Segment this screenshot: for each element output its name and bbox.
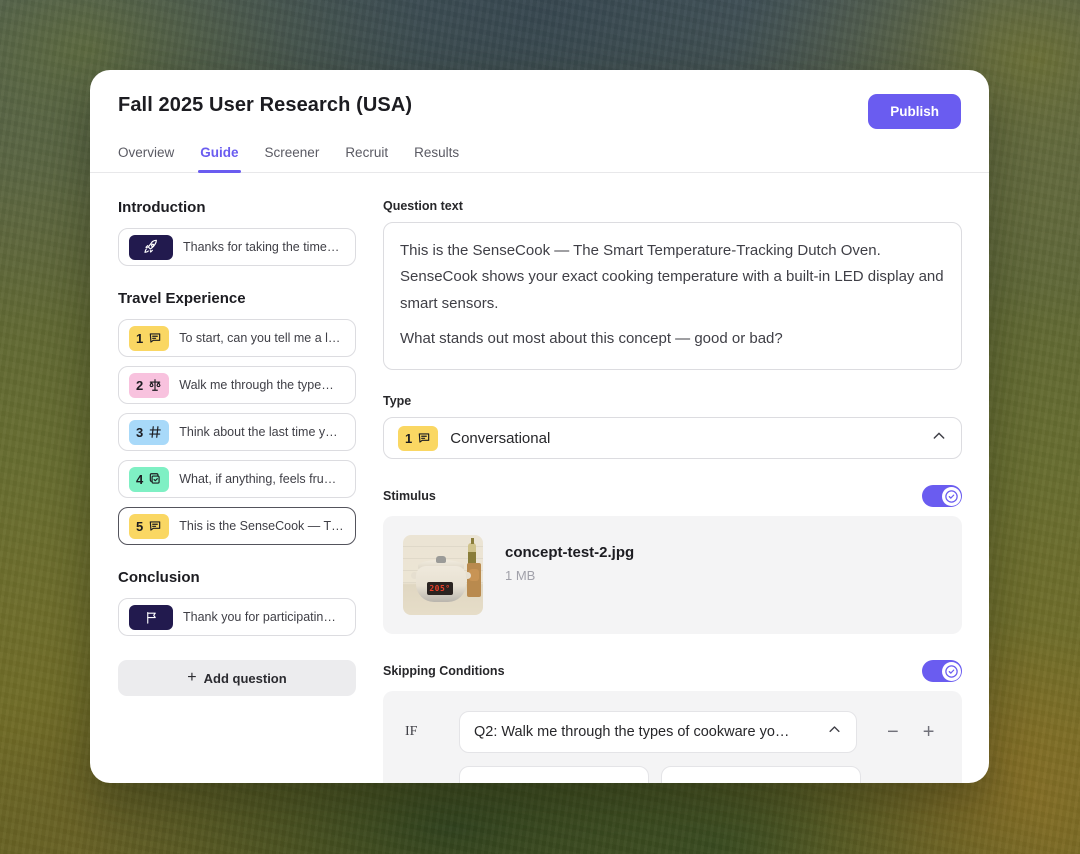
question-number: 4 <box>136 472 143 487</box>
tab-overview[interactable]: Overview <box>118 145 174 172</box>
stimulus-toggle[interactable] <box>922 485 962 507</box>
sidebar-item-q1[interactable]: 1 To start, can you tell me a l… <box>118 319 356 357</box>
sidebar-item-label: To start, can you tell me a l… <box>179 331 340 345</box>
section-title-conclusion: Conclusion <box>118 569 356 586</box>
condition-operator-select[interactable] <box>459 766 649 783</box>
sidebar-item-q2[interactable]: 2 Walk me through the type… <box>118 366 356 404</box>
condition-value-select[interactable] <box>661 766 861 783</box>
question-text-input[interactable]: This is the SenseCook — The Smart Temper… <box>383 222 962 370</box>
sidebar-item-introduction[interactable]: Thanks for taking the time… <box>118 228 356 266</box>
tab-guide[interactable]: Guide <box>200 145 238 172</box>
if-label: IF <box>403 724 459 740</box>
question-number: 1 <box>136 331 143 346</box>
question-badge: 4 <box>129 467 169 492</box>
sidebar-item-label: Thank you for participatin… <box>183 610 336 624</box>
question-text-paragraph-2: What stands out most about this concept … <box>400 326 945 352</box>
tab-bar: Overview Guide Screener Recruit Results <box>90 145 989 173</box>
add-condition-button[interactable]: + <box>923 722 935 742</box>
sidebar-item-label: Think about the last time y… <box>179 425 337 439</box>
tab-results[interactable]: Results <box>414 145 459 172</box>
question-editor-panel: Question text This is the SenseCook — Th… <box>383 199 962 783</box>
question-badge: 2 <box>129 373 169 398</box>
condition-question-value: Q2: Walk me through the types of cookwar… <box>474 724 817 740</box>
stimulus-label: Stimulus <box>383 489 436 503</box>
tab-recruit[interactable]: Recruit <box>345 145 388 172</box>
thumbnail-pot-knob <box>436 556 446 563</box>
page-title: Fall 2025 User Research (USA) <box>118 94 412 117</box>
sidebar-item-conclusion[interactable]: Thank you for participatin… <box>118 598 356 636</box>
sidebar-item-label: What, if anything, feels fru… <box>179 472 336 486</box>
question-badge: 3 <box>129 420 169 445</box>
type-badge-number: 1 <box>405 431 412 446</box>
section-title-travel-experience: Travel Experience <box>118 290 356 307</box>
toggle-check-icon <box>942 662 961 681</box>
type-label: Type <box>383 394 962 408</box>
type-value: Conversational <box>450 430 919 447</box>
sidebar-item-q4[interactable]: 4 What, if anything, feels fru… <box>118 460 356 498</box>
remove-condition-button[interactable]: − <box>887 722 899 742</box>
question-text-label: Question text <box>383 199 962 213</box>
chat-icon <box>148 331 162 345</box>
card-header: Fall 2025 User Research (USA) Publish <box>90 70 989 129</box>
flag-icon <box>129 605 173 630</box>
scales-icon <box>148 378 162 392</box>
type-badge: 1 <box>398 426 438 451</box>
copy-check-icon <box>148 472 162 486</box>
chevron-up-icon <box>827 722 842 742</box>
chevron-up-icon <box>931 428 947 449</box>
chat-icon <box>148 519 162 533</box>
question-text-paragraph-1: This is the SenseCook — The Smart Temper… <box>400 238 945 317</box>
sidebar-item-label: Walk me through the type… <box>179 378 333 392</box>
rocket-icon <box>129 235 173 260</box>
thumbnail-led-display: 205° <box>427 582 453 595</box>
add-question-label: Add question <box>204 671 287 686</box>
tab-screener[interactable]: Screener <box>265 145 320 172</box>
stimulus-file-name: concept-test-2.jpg <box>505 544 634 561</box>
stimulus-thumbnail[interactable]: 205° <box>403 535 483 615</box>
section-title-introduction: Introduction <box>118 199 356 216</box>
add-question-button[interactable]: + Add question <box>118 660 356 696</box>
question-badge: 1 <box>129 326 169 351</box>
chat-icon <box>417 431 431 445</box>
toggle-check-icon <box>942 487 961 506</box>
hash-icon <box>148 425 162 439</box>
sidebar-item-label: This is the SenseCook — T… <box>179 519 343 533</box>
sidebar-item-q5-selected[interactable]: 5 This is the SenseCook — T… <box>118 507 356 545</box>
type-select[interactable]: 1 Conversational <box>383 417 962 459</box>
stimulus-panel: 205° concept-test-2.jpg 1 MB <box>383 516 962 634</box>
sidebar-item-label: Thanks for taking the time… <box>183 240 339 254</box>
skipping-conditions-panel: IF Q2: Walk me through the types of cook… <box>383 691 962 783</box>
stimulus-file-size: 1 MB <box>505 568 634 583</box>
question-number: 2 <box>136 378 143 393</box>
study-editor-card: Fall 2025 User Research (USA) Publish Ov… <box>90 70 989 783</box>
condition-question-select[interactable]: Q2: Walk me through the types of cookwar… <box>459 711 857 753</box>
question-number: 3 <box>136 425 143 440</box>
sidebar-item-q3[interactable]: 3 Think about the last time y… <box>118 413 356 451</box>
skipping-conditions-label: Skipping Conditions <box>383 664 505 678</box>
publish-button[interactable]: Publish <box>868 94 961 129</box>
skipping-conditions-toggle[interactable] <box>922 660 962 682</box>
guide-outline-sidebar: Introduction Thanks for taking the time…… <box>118 199 356 783</box>
plus-icon: + <box>187 669 196 687</box>
question-badge: 5 <box>129 514 169 539</box>
question-number: 5 <box>136 519 143 534</box>
